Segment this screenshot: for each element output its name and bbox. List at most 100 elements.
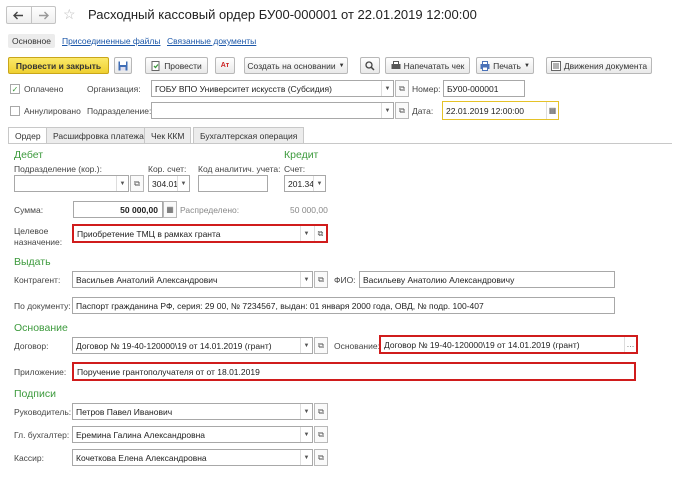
dept-field[interactable]: ▼ bbox=[151, 102, 394, 119]
open-link-icon: ⧉ bbox=[318, 406, 324, 416]
favorite-button[interactable]: ☆ bbox=[63, 6, 76, 23]
back-button[interactable] bbox=[7, 7, 32, 23]
issue-title: Выдать bbox=[14, 256, 51, 268]
open-link-icon: ⧉ bbox=[399, 105, 405, 115]
amount-label: Сумма: bbox=[14, 205, 44, 215]
open-link-icon: ⧉ bbox=[318, 429, 324, 439]
dept-corr-field[interactable]: ▼ bbox=[14, 175, 129, 192]
credit-account-field[interactable]: 201.34 ▼ bbox=[284, 175, 326, 192]
chevron-down-icon[interactable]: ▼ bbox=[300, 338, 312, 353]
amount-value: 50 000,00 bbox=[120, 204, 158, 215]
open-link-icon: ⧉ bbox=[318, 340, 324, 350]
open-link-icon: ⧉ bbox=[318, 452, 324, 462]
chevron-down-icon[interactable]: ▼ bbox=[313, 176, 325, 191]
cancelled-checkbox[interactable] bbox=[10, 106, 20, 116]
doc-label: По документу: bbox=[14, 301, 71, 311]
contract-field[interactable]: Договор № 19-40-120000\19 от 14.01.2019 … bbox=[72, 337, 313, 354]
print-receipt-button[interactable]: Напечатать чек bbox=[385, 57, 470, 74]
forward-button[interactable] bbox=[32, 7, 56, 23]
appendix-field[interactable]: Поручение грантополучателя от от 18.01.2… bbox=[72, 362, 636, 381]
movements-label: Движения документа bbox=[563, 60, 648, 71]
contractor-field[interactable]: Васильев Анатолий Александрович ▼ bbox=[72, 271, 313, 288]
contractor-open-button[interactable]: ⧉ bbox=[314, 271, 328, 288]
distributed-label: Распределено: bbox=[180, 205, 240, 215]
link-related-docs[interactable]: Связанные документы bbox=[167, 36, 256, 46]
paid-label: Оплачено bbox=[24, 84, 64, 94]
star-icon: ☆ bbox=[63, 6, 76, 22]
link-attached-files[interactable]: Присоединенные файлы bbox=[62, 36, 160, 46]
save-button[interactable] bbox=[114, 57, 132, 74]
post-button[interactable]: Провести bbox=[145, 57, 208, 74]
chief-acc-field[interactable]: Еремина Галина Александровна ▼ bbox=[72, 426, 313, 443]
tab-order[interactable]: Ордер bbox=[8, 127, 48, 144]
dept-corr-open-button[interactable]: ⧉ bbox=[130, 175, 144, 192]
head-field[interactable]: Петров Павел Иванович ▼ bbox=[72, 403, 313, 420]
dept-label: Подразделение: bbox=[87, 106, 152, 116]
print-button[interactable]: Печать ▼ bbox=[476, 57, 534, 74]
number-field[interactable]: БУ00-000001 bbox=[443, 80, 525, 97]
tab-kkm-receipt[interactable]: Чек ККМ bbox=[144, 127, 192, 143]
open-link-icon[interactable]: ⧉ bbox=[314, 226, 326, 241]
dept-open-button[interactable]: ⧉ bbox=[395, 102, 409, 119]
basis-field[interactable]: Договор № 19-40-120000\19 от 14.01.2019 … bbox=[379, 335, 638, 354]
chevron-down-icon[interactable]: ▼ bbox=[300, 404, 312, 419]
fio-field[interactable]: Васильеву Анатолию Александровичу bbox=[359, 271, 615, 288]
movements-icon bbox=[550, 60, 561, 71]
doc-field[interactable]: Паспорт гражданина РФ, серия: 29 00, № 7… bbox=[72, 297, 615, 314]
chevron-down-icon[interactable]: ▼ bbox=[116, 176, 128, 191]
link-main[interactable]: Основное bbox=[8, 34, 55, 48]
contract-open-button[interactable]: ⧉ bbox=[314, 337, 328, 354]
tab-accounting-entry[interactable]: Бухгалтерская операция bbox=[193, 127, 305, 143]
open-link-icon: ⧉ bbox=[399, 83, 405, 93]
movements-button[interactable]: Движения документа bbox=[546, 57, 652, 74]
chief-acc-open-button[interactable]: ⧉ bbox=[314, 426, 328, 443]
create-based-on-label: Создать на основании bbox=[247, 60, 336, 71]
chevron-down-icon[interactable]: ▼ bbox=[300, 450, 312, 465]
calculator-button[interactable]: ▦ bbox=[163, 201, 177, 218]
head-open-button[interactable]: ⧉ bbox=[314, 403, 328, 420]
chevron-down-icon[interactable]: ▼ bbox=[381, 103, 393, 118]
org-open-button[interactable]: ⧉ bbox=[395, 80, 409, 97]
analytic-field[interactable] bbox=[198, 175, 268, 192]
cashier-field[interactable]: Кочеткова Елена Александровна ▼ bbox=[72, 449, 313, 466]
cashier-value: Кочеткова Елена Александровна bbox=[76, 452, 207, 463]
chevron-down-icon[interactable]: ▼ bbox=[300, 226, 312, 241]
credit-title: Кредит bbox=[284, 149, 319, 161]
basis-value: Договор № 19-40-120000\19 от 14.01.2019 … bbox=[384, 339, 580, 350]
cashier-open-button[interactable]: ⧉ bbox=[314, 449, 328, 466]
chevron-down-icon: ▼ bbox=[338, 62, 345, 69]
org-label: Организация: bbox=[87, 84, 141, 94]
date-value: 22.01.2019 12:00:00 bbox=[446, 105, 524, 116]
corr-account-field[interactable]: 304.01 ▼ bbox=[148, 175, 190, 192]
arrow-left-icon bbox=[13, 11, 24, 19]
head-value: Петров Павел Иванович bbox=[76, 406, 173, 417]
credit-account-value: 201.34 bbox=[288, 178, 314, 189]
chevron-down-icon[interactable]: ▼ bbox=[177, 176, 189, 191]
ellipsis-icon[interactable]: … bbox=[624, 337, 636, 352]
purpose-label-line2: назначение: bbox=[14, 237, 63, 247]
chevron-down-icon[interactable]: ▼ bbox=[381, 81, 393, 96]
tab-payment-breakdown[interactable]: Расшифровка платежа bbox=[46, 127, 151, 143]
date-field[interactable]: 22.01.2019 12:00:00 ▦ bbox=[442, 101, 559, 120]
doc-value: Паспорт гражданина РФ, серия: 29 00, № 7… bbox=[76, 300, 484, 311]
chevron-down-icon: ▼ bbox=[523, 62, 530, 69]
create-based-on-button[interactable]: Создать на основании ▼ bbox=[244, 57, 348, 74]
purpose-field[interactable]: Приобретение ТМЦ в рамках гранта ▼ ⧉ bbox=[72, 224, 328, 243]
chevron-down-icon[interactable]: ▼ bbox=[300, 272, 312, 287]
org-field[interactable]: ГОБУ ВПО Университет искусств (Субсидия)… bbox=[151, 80, 394, 97]
purpose-label-line1: Целевое bbox=[14, 226, 49, 236]
post-button-label: Провести bbox=[164, 60, 202, 71]
calendar-icon[interactable]: ▦ bbox=[546, 102, 558, 119]
paid-checkbox[interactable]: ✓ bbox=[10, 84, 20, 94]
post-doc-icon bbox=[151, 60, 160, 71]
basis-title: Основание bbox=[14, 322, 68, 334]
clear-post-button[interactable]: Aт bbox=[215, 57, 235, 74]
basis-label: Основание: bbox=[334, 341, 380, 351]
post-and-close-button[interactable]: Провести и закрыть bbox=[8, 57, 109, 74]
chevron-down-icon[interactable]: ▼ bbox=[300, 427, 312, 442]
amount-field[interactable]: 50 000,00 bbox=[73, 201, 163, 218]
credit-account-label: Счет: bbox=[284, 164, 306, 174]
find-button[interactable] bbox=[360, 57, 380, 74]
contractor-value: Васильев Анатолий Александрович bbox=[76, 274, 218, 285]
calculator-icon: ▦ bbox=[166, 205, 174, 214]
